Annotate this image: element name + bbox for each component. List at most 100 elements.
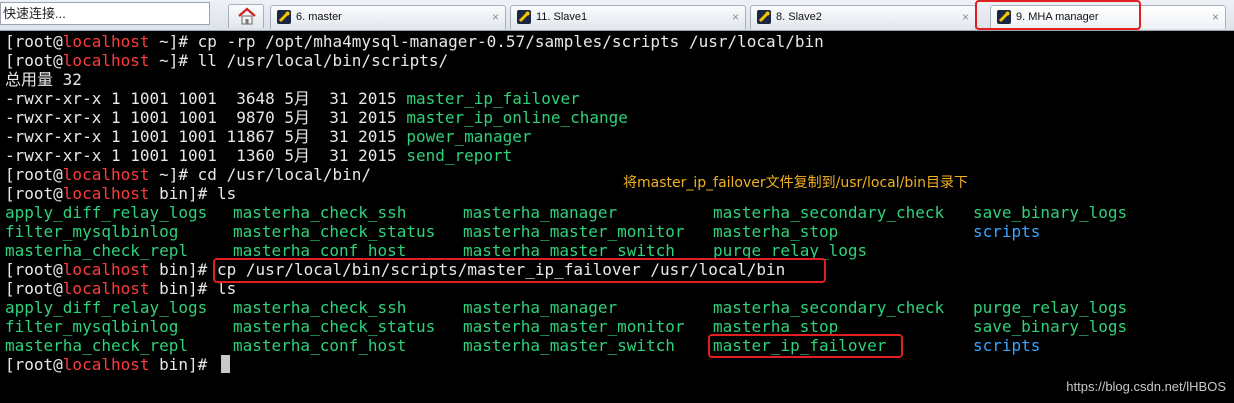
ls-row: filter_mysqlbinlog masterha_check_status… — [5, 317, 1225, 336]
ls-entry: filter_mysqlbinlog — [5, 222, 179, 241]
prompt-suffix: bin]# — [149, 260, 217, 279]
prompt-suffix: ~]# — [149, 32, 198, 51]
ls-entry: masterha_conf_host — [233, 241, 407, 260]
home-tab[interactable] — [228, 4, 264, 28]
ll-row: -rwxr-xr-x 1 1001 1001 11867 5月 31 2015 … — [5, 127, 532, 146]
file-name: power_manager — [406, 127, 532, 146]
terminal-line: [root@localhost bin]# ls — [5, 184, 236, 203]
ls-entry: masterha_conf_host — [233, 336, 407, 355]
tab-slave1[interactable]: 11. Slave1 × — [510, 5, 746, 29]
command-text: cp -rp /opt/mha4mysql-manager-0.57/sampl… — [197, 32, 824, 51]
prompt-prefix: [root@ — [5, 279, 63, 298]
close-icon[interactable]: × — [1212, 6, 1219, 28]
ls-entry: masterha_master_monitor — [463, 317, 685, 336]
command-text: cp /usr/local/bin/scripts/master_ip_fail… — [216, 260, 786, 279]
command-text: ls — [216, 184, 237, 203]
ls-entry: masterha_check_repl — [5, 241, 189, 260]
tab-mha-manager[interactable]: 9. MHA manager × — [990, 5, 1226, 29]
ll-row: -rwxr-xr-x 1 1001 1001 1360 5月 31 2015 s… — [5, 146, 512, 165]
close-icon[interactable]: × — [732, 6, 739, 28]
terminal-cursor — [220, 355, 230, 373]
prompt-host: localhost — [62, 32, 150, 51]
tab-label: 9. MHA manager — [1016, 11, 1099, 23]
ll-row: -rwxr-xr-x 1 1001 1001 9870 5月 31 2015 m… — [5, 108, 628, 127]
close-icon[interactable]: × — [962, 6, 969, 28]
ls-entry: save_binary_logs — [973, 203, 1128, 222]
ls-entry: masterha_master_switch — [463, 336, 675, 355]
file-name: send_report — [406, 146, 513, 165]
ls-entry: masterha_stop — [713, 317, 839, 336]
ls-entry: purge_relay_logs — [713, 241, 868, 260]
ls-row: masterha_check_repl masterha_conf_host m… — [5, 336, 1225, 355]
ls-row: filter_mysqlbinlog masterha_check_status… — [5, 222, 1225, 241]
ls-entry: apply_diff_relay_logs — [5, 298, 208, 317]
ls-directory-entry: scripts — [973, 222, 1041, 241]
ls-entry: masterha_stop — [713, 222, 839, 241]
command-text: ll /usr/local/bin/scripts/ — [197, 51, 449, 70]
prompt-host: localhost — [62, 279, 150, 298]
command-text: cd /usr/local/bin/ — [197, 165, 372, 184]
ls-entry: apply_diff_relay_logs — [5, 203, 208, 222]
prompt-prefix: [root@ — [5, 32, 63, 51]
terminal-session-icon — [757, 10, 771, 24]
annotation-note: 将master_ip_failover文件复制到/usr/local/bin目录… — [623, 175, 968, 191]
prompt-host: localhost — [62, 51, 150, 70]
terminal-session-icon — [997, 10, 1011, 24]
tab-label: 11. Slave1 — [536, 11, 588, 23]
prompt-host: localhost — [62, 184, 150, 203]
file-meta: -rwxr-xr-x 1 1001 1001 11867 5月 31 2015 — [5, 127, 407, 146]
terminal-line: [root@localhost bin]# ls — [5, 279, 236, 298]
prompt-suffix: bin]# — [149, 184, 217, 203]
prompt-prefix: [root@ — [5, 51, 63, 70]
prompt-suffix: bin]# — [149, 279, 217, 298]
file-meta: -rwxr-xr-x 1 1001 1001 9870 5月 31 2015 — [5, 108, 407, 127]
ls-entry: masterha_check_status — [233, 317, 436, 336]
terminal-line: [root@localhost bin]# cp /usr/local/bin/… — [5, 260, 785, 279]
terminal-output[interactable]: [root@localhost ~]# cp -rp /opt/mha4mysq… — [0, 31, 1234, 403]
quick-connect-input[interactable]: 快速连接... — [0, 2, 210, 25]
terminal-line: [root@localhost ~]# ll /usr/local/bin/sc… — [5, 51, 448, 70]
tab-label: 6. master — [296, 11, 342, 23]
ls-row: apply_diff_relay_logs masterha_check_ssh… — [5, 203, 1225, 222]
terminal-session-icon — [277, 10, 291, 24]
prompt-suffix: bin]# — [149, 355, 217, 374]
file-meta: -rwxr-xr-x 1 1001 1001 3648 5月 31 2015 — [5, 89, 407, 108]
ls-entry-master-ip-failover: master_ip_failover — [713, 336, 887, 355]
command-text: ls — [216, 279, 237, 298]
ls-entry: masterha_manager — [463, 298, 618, 317]
ls-entry: masterha_check_ssh — [233, 298, 407, 317]
ls-directory-entry: scripts — [973, 336, 1041, 355]
terminal-line: [root@localhost ~]# cp -rp /opt/mha4mysq… — [5, 32, 824, 51]
watermark: https://blog.csdn.net/lHBOS — [1066, 379, 1226, 394]
prompt-suffix: ~]# — [149, 165, 198, 184]
prompt-prefix: [root@ — [5, 260, 63, 279]
ls-entry: masterha_check_ssh — [233, 203, 407, 222]
ls-row: apply_diff_relay_logs masterha_check_ssh… — [5, 298, 1225, 317]
ls-entry: purge_relay_logs — [973, 298, 1128, 317]
prompt-host: localhost — [62, 260, 150, 279]
prompt-prefix: [root@ — [5, 184, 63, 203]
ls-entry: masterha_secondary_check — [713, 298, 945, 317]
ll-total-line: 总用量 32 — [5, 70, 82, 89]
prompt-suffix: ~]# — [149, 51, 198, 70]
ll-row: -rwxr-xr-x 1 1001 1001 3648 5月 31 2015 m… — [5, 89, 580, 108]
prompt-prefix: [root@ — [5, 165, 63, 184]
tab-master[interactable]: 6. master × — [270, 5, 506, 29]
ls-entry: masterha_check_status — [233, 222, 436, 241]
session-tab-bar: 快速连接... 6. master × 11. Slave1 × 8. Slav… — [0, 0, 1234, 31]
terminal-line: [root@localhost bin]# — [5, 355, 230, 374]
tab-slave2[interactable]: 8. Slave2 × — [750, 5, 976, 29]
terminal-session-icon — [517, 10, 531, 24]
close-icon[interactable]: × — [492, 6, 499, 28]
file-name: master_ip_failover — [406, 89, 580, 108]
tab-label: 8. Slave2 — [776, 11, 822, 23]
file-meta: -rwxr-xr-x 1 1001 1001 1360 5月 31 2015 — [5, 146, 407, 165]
ls-row: masterha_check_repl masterha_conf_host m… — [5, 241, 1225, 260]
ls-entry: masterha_check_repl — [5, 336, 189, 355]
prompt-prefix: [root@ — [5, 355, 63, 374]
terminal-line: [root@localhost ~]# cd /usr/local/bin/ — [5, 165, 371, 184]
prompt-host: localhost — [62, 355, 150, 374]
home-icon — [238, 7, 256, 25]
ls-entry: masterha_master_switch — [463, 241, 675, 260]
ls-entry: filter_mysqlbinlog — [5, 317, 179, 336]
